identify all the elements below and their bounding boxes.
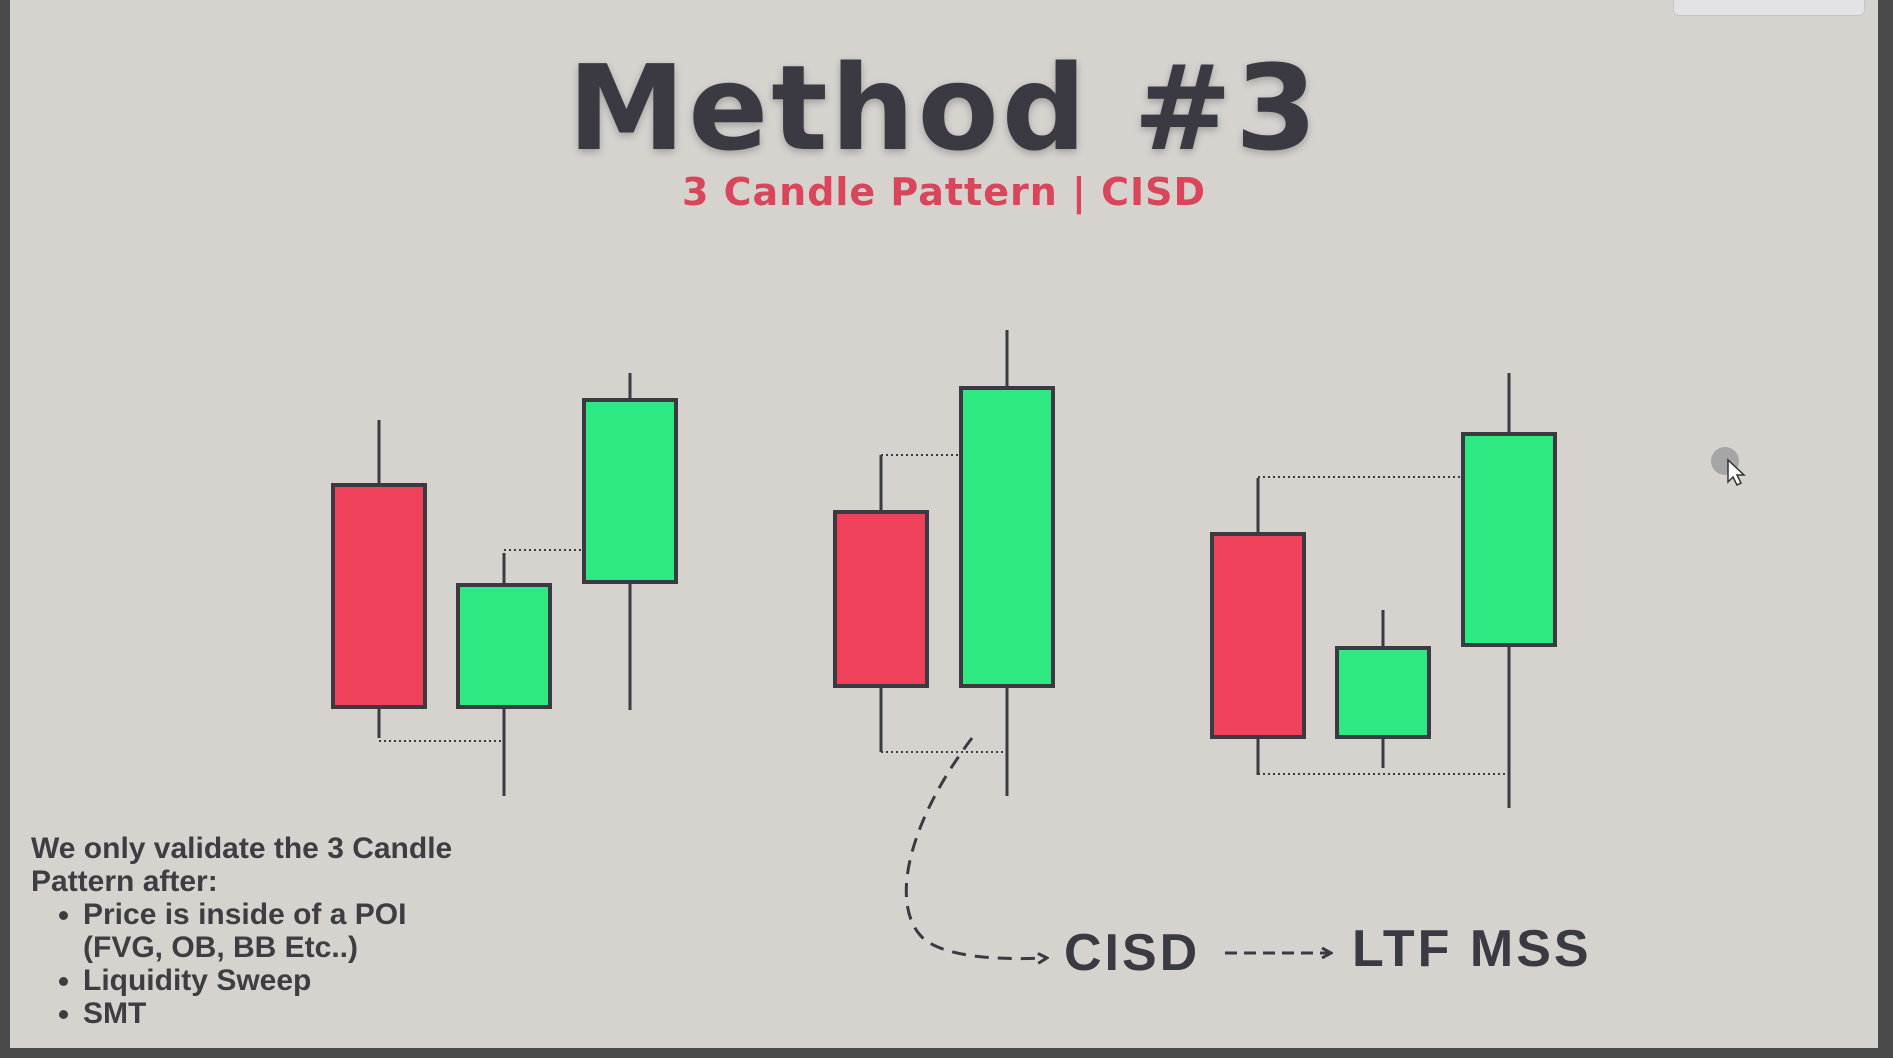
pattern-group-2 bbox=[833, 330, 1055, 796]
condition-item: Liquidity Sweep bbox=[83, 964, 491, 997]
candle-bullish bbox=[1335, 610, 1431, 768]
dashed-curve-arrow bbox=[904, 737, 1046, 959]
candle-bullish bbox=[456, 553, 552, 796]
pattern-group-1 bbox=[331, 373, 678, 796]
candle-bullish bbox=[1461, 373, 1557, 808]
slide: Method #3 3 Candle Pattern | CISD CISD L… bbox=[10, 0, 1878, 1048]
candle-bullish bbox=[959, 330, 1055, 796]
validation-notes: We only validate the 3 Candle Pattern af… bbox=[31, 832, 491, 1030]
condition-item: Price is inside of a POI (FVG, OB, BB Et… bbox=[83, 898, 491, 964]
candle-bullish bbox=[582, 373, 678, 710]
condition-item: SMT bbox=[83, 997, 491, 1030]
conditions-list: Price is inside of a POI (FVG, OB, BB Et… bbox=[31, 898, 491, 1030]
ltf-mss-label: LTF MSS bbox=[1352, 920, 1592, 978]
candle-bearish bbox=[331, 420, 427, 738]
candle-bearish bbox=[833, 455, 929, 752]
notes-intro: We only validate the 3 Candle Pattern af… bbox=[31, 832, 453, 898]
candle-bearish bbox=[1210, 478, 1306, 775]
pattern-group-3 bbox=[1210, 373, 1557, 808]
mouse-cursor-icon bbox=[1710, 446, 1750, 490]
cisd-label: CISD bbox=[1064, 924, 1200, 982]
